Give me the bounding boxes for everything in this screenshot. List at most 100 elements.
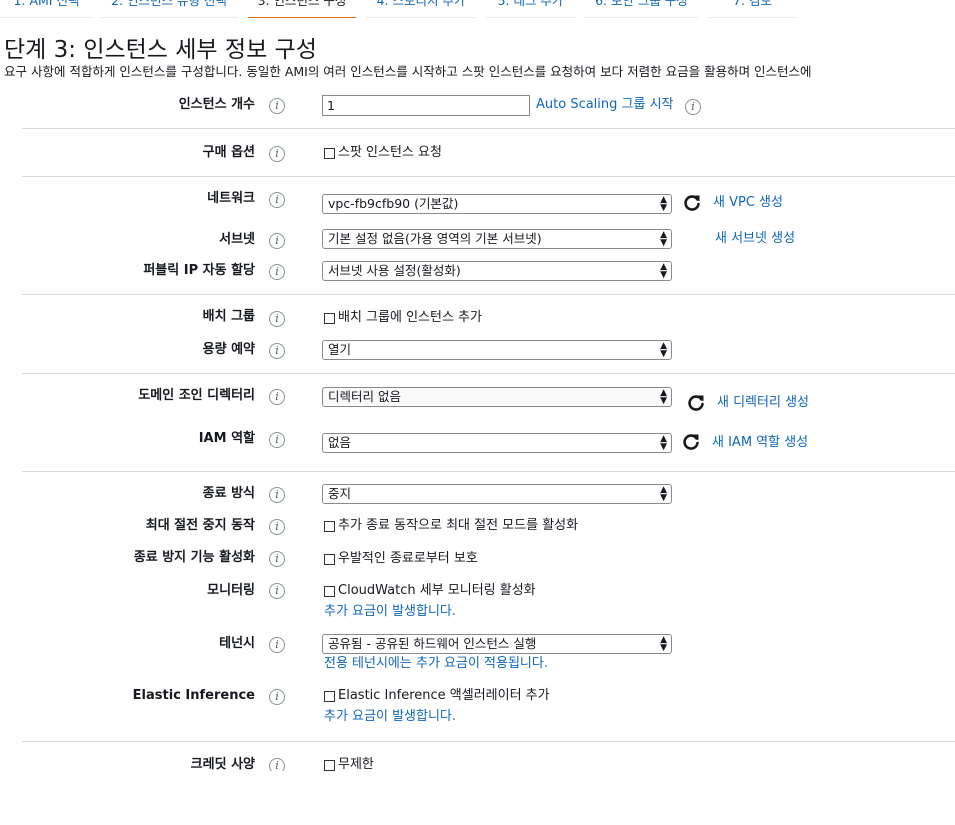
capacity-reservation-value: 열기 xyxy=(328,342,352,357)
network-select[interactable]: vpc-fb9cfb90 (기본값) ▲ ▼ xyxy=(322,194,672,214)
purchase-option-label: 구매 옵션 xyxy=(202,145,255,160)
termination-protection-checkbox[interactable]: 우발적인 종료로부터 보호 xyxy=(324,551,478,567)
refresh-icon[interactable] xyxy=(681,432,701,452)
hibernate-label: 최대 절전 중지 동작 xyxy=(145,518,255,533)
iam-role-select[interactable]: 없음 ▲ ▼ xyxy=(322,433,672,453)
info-icon[interactable]: i xyxy=(269,551,285,567)
iam-role-value: 없음 xyxy=(328,435,352,450)
info-icon[interactable]: i xyxy=(269,264,285,280)
info-icon[interactable]: i xyxy=(269,98,285,114)
refresh-icon[interactable] xyxy=(686,393,706,413)
wizard-tabs: 1. AMI 선택 2. 인스턴스 유형 선택 3. 인스턴스 구성 4. 스토… xyxy=(0,0,955,18)
iam-role-label: IAM 역할 xyxy=(198,431,255,446)
select-arrow-icon: ▲ ▼ xyxy=(660,635,667,653)
create-subnet-link[interactable]: 새 서브넷 생성 xyxy=(715,231,795,247)
create-directory-link[interactable]: 새 디렉터리 생성 xyxy=(717,395,809,411)
viewport-bottom-blank xyxy=(0,771,955,825)
tenancy-note: 전용 테넌시에는 추가 요금이 적용됩니다. xyxy=(324,656,548,671)
instance-count-label: 인스턴스 개수 xyxy=(178,97,255,112)
info-icon[interactable]: i xyxy=(269,343,285,359)
refresh-icon[interactable] xyxy=(682,193,702,213)
section-divider xyxy=(22,176,955,177)
select-arrow-icon: ▲ ▼ xyxy=(660,195,667,213)
checkbox-box[interactable] xyxy=(324,312,335,324)
placement-group-label: 배치 그룹 xyxy=(202,309,255,324)
placement-group-checkbox[interactable]: 배치 그룹에 인스턴스 추가 xyxy=(324,310,482,326)
elastic-inference-text: Elastic Inference 액셀러레이터 추가 xyxy=(338,688,550,703)
checkbox-box[interactable] xyxy=(324,690,335,702)
select-arrow-icon: ▲ ▼ xyxy=(660,485,667,503)
select-arrow-icon: ▲ ▼ xyxy=(660,341,667,359)
info-icon[interactable]: i xyxy=(269,487,285,503)
domain-join-value: 디렉터리 없음 xyxy=(328,389,401,404)
tenancy-value: 공유됨 - 공유된 하드웨어 인스턴스 실행 xyxy=(328,636,537,651)
checkbox-box[interactable] xyxy=(324,147,335,159)
info-icon[interactable]: i xyxy=(269,311,285,327)
info-icon[interactable]: i xyxy=(269,192,285,208)
create-vpc-link[interactable]: 새 VPC 생성 xyxy=(713,195,783,211)
tab-configure-instance[interactable]: 3. 인스턴스 구성 xyxy=(248,0,356,18)
auto-scaling-link[interactable]: Auto Scaling 그룹 시작 xyxy=(536,97,674,113)
tab-add-storage[interactable]: 4. 스토리지 추가 xyxy=(366,0,476,18)
checkbox-box[interactable] xyxy=(324,585,335,597)
info-icon[interactable]: i xyxy=(269,432,285,448)
select-arrow-icon: ▲ ▼ xyxy=(660,230,667,248)
tab-security-group[interactable]: 6. 보안 그룹 구성 xyxy=(585,0,698,18)
elastic-inference-checkbox[interactable]: Elastic Inference 액셀러레이터 추가 xyxy=(324,688,550,704)
select-arrow-icon: ▲ ▼ xyxy=(660,434,667,452)
info-icon[interactable]: i xyxy=(269,519,285,535)
monitoring-note: 추가 요금이 발생합니다. xyxy=(324,604,456,619)
info-icon[interactable]: i xyxy=(269,389,285,405)
hibernate-checkbox[interactable]: 추가 종료 동작으로 최대 절전 모드를 활성화 xyxy=(324,518,578,534)
network-value: vpc-fb9cfb90 (기본값) xyxy=(328,196,459,211)
tab-instance-type[interactable]: 2. 인스턴스 유형 선택 xyxy=(100,0,238,18)
info-icon[interactable]: i xyxy=(269,583,285,599)
tenancy-select[interactable]: 공유됨 - 공유된 하드웨어 인스턴스 실행 ▲ ▼ xyxy=(322,634,672,654)
section-divider xyxy=(22,294,955,295)
elastic-inference-label: Elastic Inference xyxy=(132,688,255,703)
create-iam-role-link[interactable]: 새 IAM 역할 생성 xyxy=(712,435,808,451)
monitoring-checkbox[interactable]: CloudWatch 세부 모니터링 활성화 xyxy=(324,583,536,599)
domain-join-select[interactable]: 디렉터리 없음 ▲ ▼ xyxy=(322,387,672,407)
shutdown-behavior-select[interactable]: 중지 ▲ ▼ xyxy=(322,484,672,504)
select-arrow-icon: ▲ ▼ xyxy=(660,262,667,280)
termination-protection-label: 종료 방지 기능 활성화 xyxy=(133,550,255,565)
spot-request-label: 스팟 인스턴스 요청 xyxy=(338,145,442,160)
checkbox-box[interactable] xyxy=(324,759,335,771)
select-arrow-icon: ▲ ▼ xyxy=(660,388,667,406)
monitoring-label: 모니터링 xyxy=(207,583,255,598)
instance-count-input[interactable] xyxy=(322,95,530,116)
info-icon[interactable]: i xyxy=(685,99,701,115)
domain-join-label: 도메인 조인 디렉터리 xyxy=(138,388,255,403)
info-icon[interactable]: i xyxy=(269,637,285,653)
page-title: 단계 3: 인스턴스 세부 정보 구성 xyxy=(4,37,317,63)
info-icon[interactable]: i xyxy=(269,689,285,705)
shutdown-behavior-label: 종료 방식 xyxy=(202,486,255,501)
spot-request-checkbox[interactable]: 스팟 인스턴스 요청 xyxy=(324,145,442,161)
capacity-reservation-label: 용량 예약 xyxy=(202,342,255,357)
termination-protection-text: 우발적인 종료로부터 보호 xyxy=(338,551,478,566)
subnet-select[interactable]: 기본 설정 없음(가용 영역의 기본 서브넷) ▲ ▼ xyxy=(322,229,672,249)
info-icon[interactable]: i xyxy=(269,233,285,249)
checkbox-box[interactable] xyxy=(324,553,335,565)
checkbox-box[interactable] xyxy=(324,520,335,532)
tab-add-tags[interactable]: 5. 태그 추가 xyxy=(486,0,575,18)
public-ip-label: 퍼블릭 IP 자동 할당 xyxy=(143,263,255,278)
section-divider xyxy=(22,471,955,472)
tab-ami[interactable]: 1. AMI 선택 xyxy=(0,0,93,18)
section-divider xyxy=(22,128,955,129)
subnet-label: 서브넷 xyxy=(219,232,255,247)
page-description: 요구 사항에 적합하게 인스턴스를 구성합니다. 동일한 AMI의 여러 인스턴… xyxy=(4,64,812,79)
section-divider xyxy=(22,373,955,374)
public-ip-value: 서브넷 사용 설정(활성화) xyxy=(328,263,461,278)
section-divider xyxy=(22,741,955,742)
public-ip-select[interactable]: 서브넷 사용 설정(활성화) ▲ ▼ xyxy=(322,261,672,281)
placement-group-text: 배치 그룹에 인스턴스 추가 xyxy=(338,310,482,325)
monitoring-text: CloudWatch 세부 모니터링 활성화 xyxy=(338,583,536,598)
subnet-value: 기본 설정 없음(가용 영역의 기본 서브넷) xyxy=(328,231,542,246)
network-label: 네트워크 xyxy=(207,191,255,206)
capacity-reservation-select[interactable]: 열기 ▲ ▼ xyxy=(322,340,672,360)
info-icon[interactable]: i xyxy=(269,146,285,162)
tab-review[interactable]: 7. 검토 xyxy=(708,0,797,18)
hibernate-text: 추가 종료 동작으로 최대 절전 모드를 활성화 xyxy=(338,518,579,533)
